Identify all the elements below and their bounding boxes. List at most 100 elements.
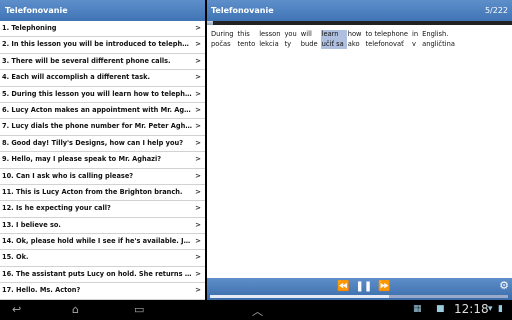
wifi-icon: ▾ xyxy=(488,304,493,314)
lesson-list-item[interactable]: 10. Can I ask who is calling please? > xyxy=(0,169,205,185)
chevron-right-icon: > xyxy=(195,171,201,180)
chevron-right-icon: > xyxy=(195,56,201,65)
slovak-word: v xyxy=(412,39,416,48)
lesson-item-label: 6. Lucy Acton makes an appointment with … xyxy=(2,105,192,114)
word-pair[interactable]: During počas xyxy=(210,30,236,49)
lesson-list-item[interactable]: 8. Good day! Tilly's Designs, how can I … xyxy=(0,136,205,153)
english-word: how xyxy=(347,30,362,38)
chevron-right-icon: > xyxy=(195,204,201,213)
word-pair[interactable]: English. angličtina xyxy=(421,30,458,49)
word-pair[interactable]: to telephone telefonovať xyxy=(365,30,411,49)
screenshot-icon: ▦ xyxy=(413,304,422,314)
lesson-list-item[interactable]: 4. Each will accomplish a different task… xyxy=(0,70,205,87)
lesson-list-item[interactable]: 14. Ok, please hold while I see if he's … xyxy=(0,234,205,251)
lesson-detail-panel: Telefonovanie 5/222 During počas this tento… xyxy=(207,0,512,300)
lesson-item-label: 5. During this lesson you will learn how… xyxy=(2,89,192,98)
english-word: to telephone xyxy=(365,30,409,38)
slovak-word: ako xyxy=(347,39,360,48)
english-word: you xyxy=(284,30,297,38)
back-icon[interactable]: ↩ xyxy=(12,303,21,316)
playback-bar: ⏪ ❚❚ ⏩ ⚙ xyxy=(207,278,512,300)
lesson-list-item[interactable]: 7. Lucy dials the phone number for Mr. P… xyxy=(0,119,205,136)
lesson-list-item[interactable]: 11. This is Lucy Acton from the Brighton… xyxy=(0,185,205,202)
lesson-detail-title: Telefonovanie xyxy=(211,6,274,15)
english-word: will xyxy=(300,30,312,38)
word-pair[interactable]: will bude xyxy=(300,30,321,49)
slovak-word: bude xyxy=(300,39,318,48)
chevron-right-icon: > xyxy=(195,286,201,295)
lesson-item-label: 13. I believe so. xyxy=(2,220,61,229)
lesson-list-item[interactable]: 15. Ok. > xyxy=(0,250,205,267)
lesson-list-title: Telefonovanie xyxy=(5,6,68,15)
lesson-item-label: 15. Ok. xyxy=(2,253,29,262)
recent-apps-icon[interactable]: ▭ xyxy=(134,303,144,316)
lesson-item-label: 14. Ok, please hold while I see if he's … xyxy=(2,237,192,246)
word-pair[interactable]: lesson lekcia xyxy=(258,30,283,49)
lesson-item-label: 3. There will be several different phone… xyxy=(2,56,171,65)
lesson-list-header: Telefonovanie xyxy=(0,0,205,21)
word-pair[interactable]: in v xyxy=(411,30,421,49)
lesson-list-item[interactable]: 6. Lucy Acton makes an appointment with … xyxy=(0,103,205,120)
slovak-word: lekcia xyxy=(259,39,279,48)
lesson-list-item[interactable]: 2. In this lesson you will be introduced… xyxy=(0,37,205,54)
lesson-item-label: 16. The assistant puts Lucy on hold. She… xyxy=(2,269,192,278)
battery-icon: ▮ xyxy=(498,304,503,314)
chevron-right-icon: > xyxy=(195,220,201,229)
chevron-right-icon: > xyxy=(195,253,201,262)
slovak-word: ty xyxy=(284,39,292,48)
lesson-item-label: 8. Good day! Tilly's Designs, how can I … xyxy=(2,138,184,147)
chevron-right-icon: > xyxy=(195,105,201,114)
chevron-right-icon: > xyxy=(195,24,201,32)
lesson-progress-fill xyxy=(207,21,214,25)
settings-icon[interactable]: ⚙ xyxy=(499,279,509,292)
lesson-item-label: 10. Can I ask who is calling please? xyxy=(2,171,134,180)
lesson-list-item[interactable]: 9. Hello, may I please speak to Mr. Agha… xyxy=(0,152,205,169)
english-word: lesson xyxy=(259,30,281,38)
playback-progress-bar[interactable] xyxy=(210,295,508,298)
lesson-list-item[interactable]: 13. I believe so. > xyxy=(0,218,205,235)
chevron-right-icon: > xyxy=(195,155,201,164)
chevron-right-icon: > xyxy=(195,73,201,82)
word-pair[interactable]: how ako xyxy=(347,30,365,49)
lesson-list-item[interactable]: 5. During this lesson you will learn how… xyxy=(0,87,205,103)
chevron-right-icon: > xyxy=(195,122,201,131)
slovak-word: učiť sa xyxy=(321,39,344,48)
rewind-icon[interactable]: ⏪ xyxy=(337,281,349,292)
chevron-right-icon: > xyxy=(195,269,201,278)
english-word: English. xyxy=(422,30,449,38)
pause-icon[interactable]: ❚❚ xyxy=(355,281,372,292)
lesson-list-item[interactable]: 1. Telephoning > xyxy=(0,21,205,38)
lesson-detail-header: Telefonovanie 5/222 xyxy=(207,0,512,21)
slovak-word: angličtina xyxy=(422,39,455,48)
chevron-right-icon: > xyxy=(195,89,201,98)
lesson-list-item[interactable]: 16. The assistant puts Lucy on hold. She… xyxy=(0,267,205,284)
lesson-item-label: 9. Hello, may I please speak to Mr. Agha… xyxy=(2,155,162,164)
lesson-progress-bar xyxy=(207,21,512,25)
english-word: this xyxy=(237,30,250,38)
clock: 12:18 xyxy=(454,302,489,316)
lesson-list: 1. Telephoning >2. In this lesson you wil… xyxy=(0,21,205,300)
chevron-right-icon: > xyxy=(195,237,201,246)
playback-progress-fill xyxy=(210,295,389,298)
slovak-word: počas xyxy=(211,39,231,48)
lesson-item-label: 11. This is Lucy Acton from the Brighton… xyxy=(2,187,183,196)
lesson-list-item[interactable]: 3. There will be several different phone… xyxy=(0,54,205,71)
up-arrow-icon[interactable]: ︿ xyxy=(252,303,263,319)
word-pair[interactable]: this tento xyxy=(236,30,258,49)
word-pair[interactable]: learn učiť sa xyxy=(320,30,347,49)
lesson-list-item[interactable]: 12. Is he expecting your call? > xyxy=(0,201,205,218)
system-bar: ↩ ⌂ ▭ ︿ ▦ ■ 12:18 ▾ ▮ xyxy=(0,300,512,320)
forward-icon[interactable]: ⏩ xyxy=(378,281,390,292)
lesson-item-label: 4. Each will accomplish a different task… xyxy=(2,73,151,82)
word-translation-row: During počas this tento lesson lekcia you ty wil… xyxy=(210,30,458,49)
lesson-list-item[interactable]: 17. Hello. Ms. Acton? > xyxy=(0,283,205,300)
home-icon[interactable]: ⌂ xyxy=(72,303,79,316)
english-word: During xyxy=(211,30,234,38)
chevron-right-icon: > xyxy=(195,138,201,147)
word-pair[interactable]: you ty xyxy=(283,30,299,49)
lesson-item-label: 17. Hello. Ms. Acton? xyxy=(2,286,81,295)
english-word: learn xyxy=(321,30,339,38)
slovak-word: telefonovať xyxy=(365,39,404,48)
sentence-counter: 5/222 xyxy=(484,6,508,15)
slovak-word: tento xyxy=(237,39,256,48)
